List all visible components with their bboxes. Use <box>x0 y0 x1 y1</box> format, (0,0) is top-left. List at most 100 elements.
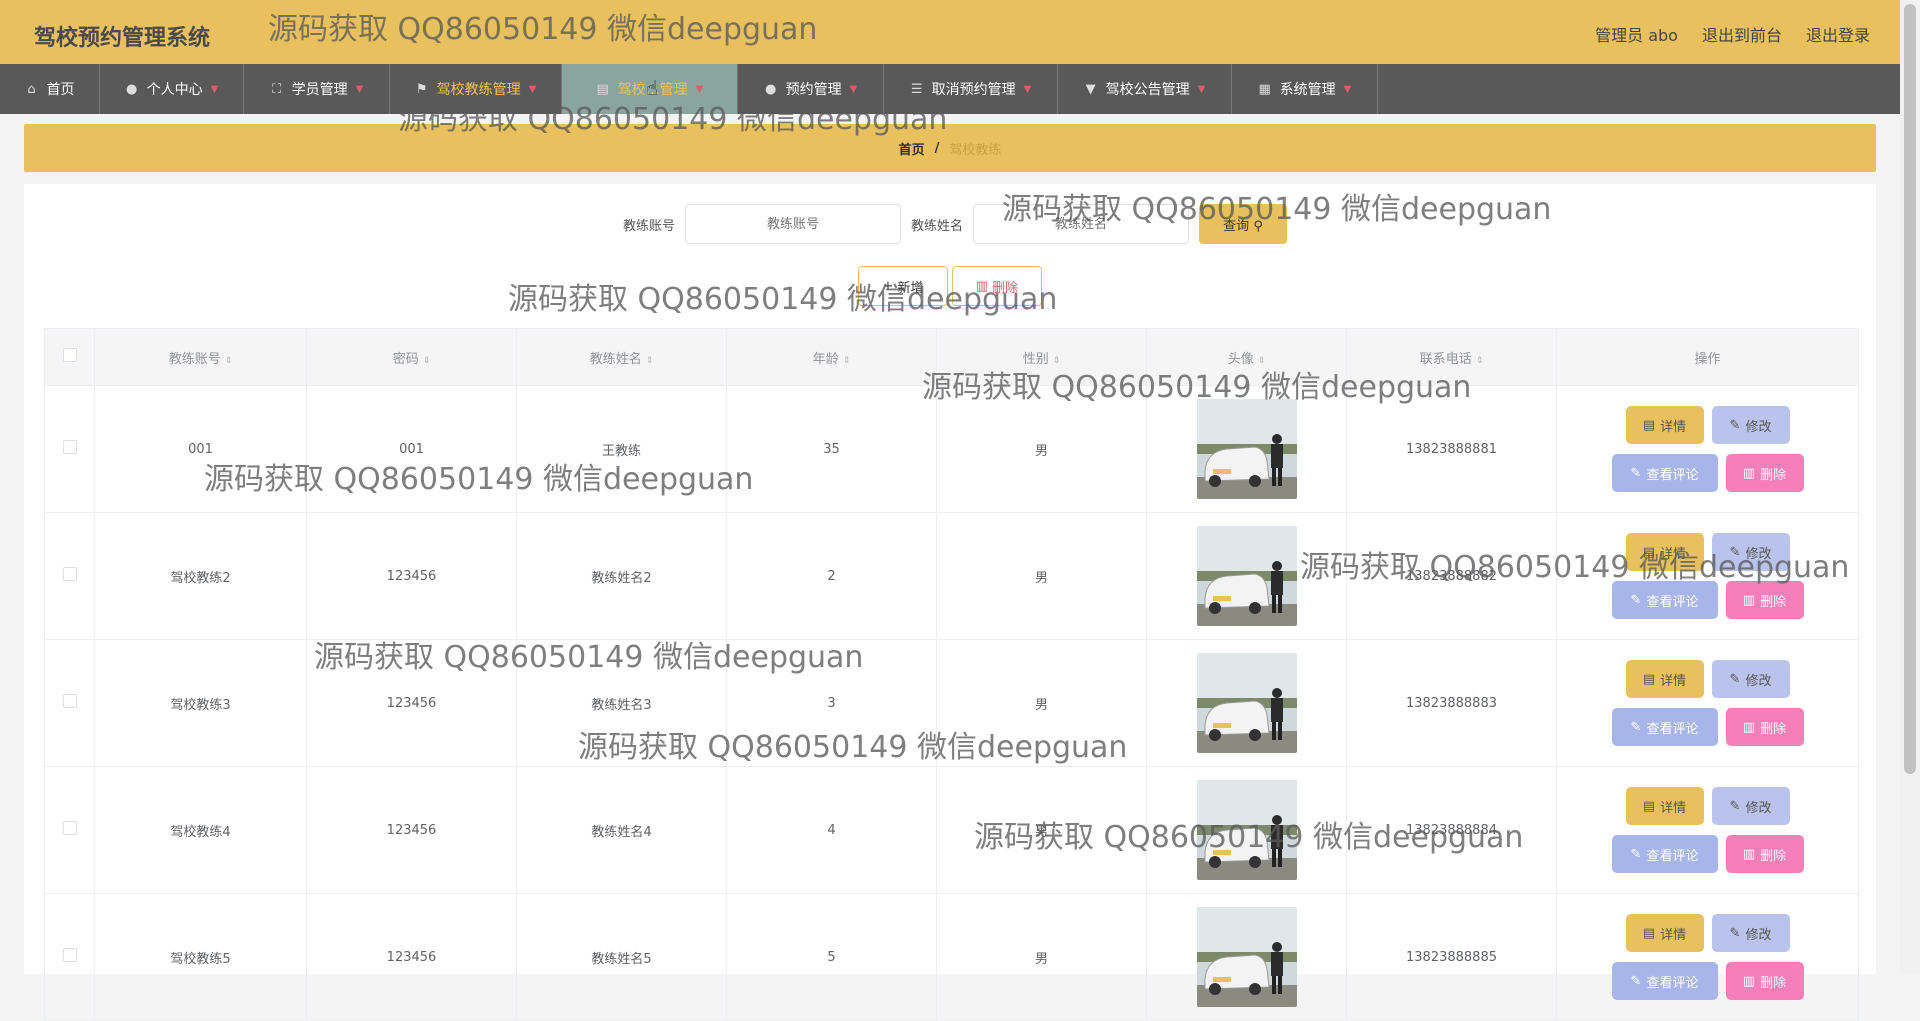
view-reviews-button[interactable]: ✎ 查看评论 <box>1611 708 1718 746</box>
nav-item-system[interactable]: ▦ 系统管理 ▼ <box>1232 64 1378 114</box>
nav-item-coaches[interactable]: ⚑ 驾校教练管理 ▼ <box>390 64 562 114</box>
plus-icon: + <box>882 278 894 294</box>
nav-label: 预约管理 <box>785 82 842 98</box>
pencil-icon: ✎ <box>1729 417 1741 433</box>
account-search-input[interactable] <box>685 204 901 244</box>
user-icon: ● <box>125 81 138 97</box>
sort-icon[interactable]: ⇕ <box>423 356 431 366</box>
row-checkbox[interactable] <box>62 694 77 708</box>
view-reviews-button[interactable]: ✎ 查看评论 <box>1611 581 1718 619</box>
nav-label: 首页 <box>46 82 75 98</box>
column-header[interactable]: 头像 ⇕ <box>1146 328 1347 386</box>
delete-button[interactable]: ▥ 删除 <box>1725 581 1804 619</box>
view-reviews-button[interactable]: ✎ 查看评论 <box>1611 454 1718 492</box>
edit-button[interactable]: ✎ 修改 <box>1711 533 1790 571</box>
nav-item-notices[interactable]: ▼ 驾校公告管理 ▼ <box>1058 64 1232 114</box>
cell-age: 5 <box>726 893 937 1021</box>
nav-item-home[interactable]: ⌂ 首页 <box>0 64 100 114</box>
pencil-icon: ✎ <box>1729 671 1741 687</box>
batch-delete-button[interactable]: ▥ 删除 <box>952 266 1042 306</box>
cell-age: 3 <box>726 639 937 767</box>
cell-account: 001 <box>94 385 307 513</box>
cell-age: 2 <box>726 512 937 640</box>
coach-table: 教练账号 ⇕ 密码 ⇕ 教练姓名 ⇕ 年龄 ⇕ 性别 ⇕ 头像 ⇕ 联系电话 ⇕ 操作 001… <box>44 328 1859 1021</box>
edit-button[interactable]: ✎ 修改 <box>1711 406 1790 444</box>
detail-button[interactable]: ▤ 详情 <box>1625 533 1704 571</box>
view-reviews-button[interactable]: ✎ 查看评论 <box>1611 835 1718 873</box>
front-link[interactable]: 退出到前台 <box>1702 22 1782 46</box>
nav-item-cancel-booking[interactable]: ☰ 取消预约管理 ▼ <box>884 64 1058 114</box>
query-button[interactable]: 查询 ⚲ <box>1199 204 1288 244</box>
row-select-cell[interactable] <box>44 893 95 1021</box>
nav-item-profile[interactable]: ● 个人中心 ▼ <box>100 64 244 114</box>
sort-icon[interactable]: ⇕ <box>1258 356 1266 366</box>
edit-button[interactable]: ✎ 修改 <box>1711 660 1790 698</box>
account-label: 教练账号 <box>622 218 675 234</box>
row-select-cell[interactable] <box>44 385 95 513</box>
nav-label: 学员管理 <box>291 82 348 98</box>
row-checkbox[interactable] <box>62 567 77 581</box>
delete-button[interactable]: ▥ 删除 <box>1725 962 1804 1000</box>
name-search-input[interactable] <box>973 204 1190 244</box>
query-label: 查询 <box>1223 218 1250 234</box>
column-header[interactable]: 联系电话 ⇕ <box>1346 328 1557 386</box>
row-select-cell[interactable] <box>44 512 95 640</box>
search-icon: ⚲ <box>1253 218 1263 234</box>
trash-icon: ▥ <box>1742 592 1756 608</box>
row-select-cell[interactable] <box>44 766 95 894</box>
logout-link[interactable]: 退出登录 <box>1806 22 1870 46</box>
trash-icon: ▥ <box>1742 465 1756 481</box>
name-label: 教练姓名 <box>911 218 964 234</box>
delete-button[interactable]: ▥ 删除 <box>1725 454 1804 492</box>
column-header[interactable]: 性别 ⇕ <box>936 328 1147 386</box>
cell-avatar <box>1146 512 1347 640</box>
row-checkbox[interactable] <box>62 440 77 454</box>
scrollbar-thumb[interactable] <box>1904 4 1916 774</box>
top-header: 驾校预约管理系统 管理员 abo 退出到前台 退出登录 <box>0 0 1900 64</box>
sort-icon[interactable]: ⇕ <box>843 356 851 366</box>
delete-button[interactable]: ▥ 删除 <box>1725 835 1804 873</box>
breadcrumb-home[interactable]: 首页 <box>899 139 925 158</box>
cell-account: 驾校教练3 <box>94 639 307 767</box>
sort-icon[interactable]: ⇕ <box>225 356 233 366</box>
detail-button[interactable]: ▤ 详情 <box>1625 406 1704 444</box>
cell-account: 驾校教练4 <box>94 766 307 894</box>
row-select-cell[interactable] <box>44 639 95 767</box>
cell-gender: 男 <box>936 385 1147 513</box>
nav-item-students[interactable]: ⛶ 学员管理 ▼ <box>244 64 390 114</box>
add-label: 新增 <box>897 280 924 296</box>
edit-button[interactable]: ✎ 修改 <box>1711 787 1790 825</box>
edit-button[interactable]: ✎ 修改 <box>1711 914 1790 952</box>
chart-icon: ▦ <box>1258 81 1271 97</box>
column-header[interactable]: 密码 ⇕ <box>306 328 517 386</box>
column-header[interactable]: 教练姓名 ⇕ <box>516 328 727 386</box>
detail-button[interactable]: ▤ 详情 <box>1625 787 1704 825</box>
sort-icon[interactable]: ⇕ <box>1053 356 1061 366</box>
cell-name: 教练姓名4 <box>516 766 727 894</box>
column-header[interactable]: 年龄 ⇕ <box>726 328 937 386</box>
cell-password: 123456 <box>306 639 517 767</box>
header-links: 管理员 abo 退出到前台 退出登录 <box>1595 22 1870 46</box>
select-all-checkbox[interactable] <box>62 348 77 362</box>
view-reviews-button[interactable]: ✎ 查看评论 <box>1611 962 1718 1000</box>
chevron-down-icon: ▼ <box>210 83 219 95</box>
sort-icon[interactable]: ⇕ <box>1476 356 1484 366</box>
table-row: 驾校教练3 123456 教练姓名3 3 男 13823888883 ▤ 详情 ✎ 修改 ✎ 查看评论… <box>44 639 1859 767</box>
sort-icon[interactable]: ⇕ <box>646 356 654 366</box>
column-header: 操作 <box>1556 328 1859 386</box>
coach-photo <box>1196 907 1297 1007</box>
column-header[interactable]: 教练账号 ⇕ <box>94 328 307 386</box>
chevron-down-icon: ▼ <box>1023 83 1032 95</box>
row-checkbox[interactable] <box>62 821 77 835</box>
pin-icon: ▼ <box>1085 81 1096 97</box>
vertical-scrollbar[interactable] <box>1900 0 1920 974</box>
nav-item-booking[interactable]: ● 预约管理 ▼ <box>738 64 884 114</box>
nav-label: 系统管理 <box>1279 82 1336 98</box>
delete-button[interactable]: ▥ 删除 <box>1725 708 1804 746</box>
add-button[interactable]: + 新增 <box>858 266 948 306</box>
row-checkbox[interactable] <box>62 948 77 962</box>
detail-button[interactable]: ▤ 详情 <box>1625 914 1704 952</box>
detail-button[interactable]: ▤ 详情 <box>1625 660 1704 698</box>
select-all-cell[interactable] <box>44 328 95 386</box>
flag-icon: ⚑ <box>415 81 428 97</box>
